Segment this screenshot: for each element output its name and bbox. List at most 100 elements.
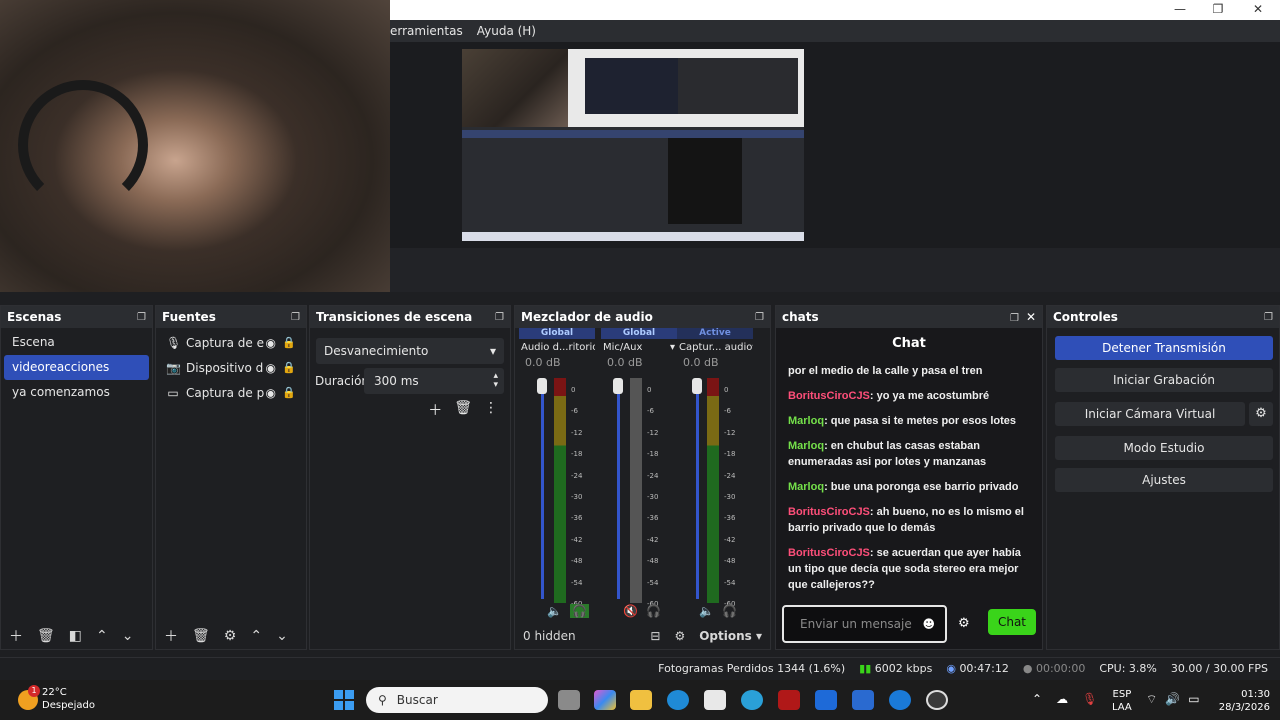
menu-ayuda[interactable]: Ayuda (H): [477, 24, 536, 38]
taskbar-search[interactable]: ⚲ Buscar: [366, 687, 548, 713]
spin-arrows-icon[interactable]: ▴ ▾: [493, 372, 498, 390]
close-icon[interactable]: ✕: [1026, 310, 1036, 324]
source-item[interactable]: 📷 Dispositivo de ◉ 🔒: [156, 355, 306, 380]
speaker-icon[interactable]: 🔈: [699, 604, 714, 618]
outlook-icon[interactable]: [852, 690, 874, 710]
chat-username[interactable]: Marloq: [788, 481, 824, 493]
settings-button[interactable]: Ajustes: [1055, 468, 1273, 492]
lock-icon[interactable]: 🔒: [282, 361, 296, 374]
duration-spinbox[interactable]: 300 ms ▴ ▾: [364, 368, 504, 394]
trash-icon[interactable]: 🗑: [37, 628, 55, 644]
tick: -48: [571, 557, 583, 566]
obs-icon[interactable]: [926, 690, 948, 710]
chat-username[interactable]: BoritusCiroCJS: [788, 547, 870, 559]
close-button[interactable]: ✕: [1248, 2, 1268, 16]
undock-icon[interactable]: ❐: [495, 312, 504, 323]
headphones-icon[interactable]: 🎧: [646, 604, 661, 618]
chat-messages[interactable]: por el medio de la calle y pasa el tren …: [776, 359, 1042, 599]
scene-item-selected[interactable]: videoreacciones: [4, 355, 149, 380]
source-item[interactable]: 🎙 Captura de ent◉ 🔒: [156, 330, 306, 355]
rec-time: 00:00:00: [1035, 662, 1086, 675]
eye-icon[interactable]: ◉: [266, 361, 276, 375]
down-arrow-icon[interactable]: ⌄: [276, 628, 288, 644]
tick: -18: [724, 450, 736, 459]
lock-icon[interactable]: 🔒: [282, 386, 296, 399]
up-arrow-icon[interactable]: ⌃: [96, 628, 108, 644]
cloud-icon[interactable]: ☁: [1056, 692, 1068, 706]
undock-icon[interactable]: ❐: [755, 312, 764, 323]
scenes-toolbar: ＋ 🗑 ◧ ⌃ ⌄: [1, 623, 152, 649]
add-icon[interactable]: ＋: [428, 400, 442, 420]
weather-widget[interactable]: 22°C Despejado: [42, 686, 95, 712]
layout-icon[interactable]: ⊟: [650, 629, 660, 643]
volume-knob[interactable]: [537, 378, 547, 394]
undock-icon[interactable]: ❐: [1264, 312, 1273, 323]
dropbox-icon[interactable]: [815, 690, 837, 710]
add-icon[interactable]: ＋: [164, 626, 178, 646]
up-arrow-icon[interactable]: ⌃: [250, 628, 262, 644]
channel-scope: Global: [601, 328, 677, 339]
start-recording-button[interactable]: Iniciar Grabación: [1055, 368, 1273, 392]
chat-username[interactable]: Marloq: [788, 415, 824, 427]
stop-stream-button[interactable]: Detener Transmisión: [1055, 336, 1273, 360]
chrome-icon[interactable]: [741, 690, 763, 710]
gear-icon[interactable]: ⚙: [224, 628, 237, 644]
filter-icon[interactable]: ◧: [69, 628, 82, 644]
speaker-icon[interactable]: 🔈: [547, 604, 562, 618]
undock-icon[interactable]: ❐: [137, 312, 146, 323]
volume-knob[interactable]: [613, 378, 623, 394]
undock-icon[interactable]: ❐: [1010, 313, 1019, 324]
trash-icon[interactable]: 🗑: [454, 400, 472, 420]
headphones-icon[interactable]: 🎧: [722, 604, 737, 618]
chat-username[interactable]: BoritusCiroCJS: [788, 390, 870, 402]
chat-settings-icon[interactable]: ⚙: [958, 616, 970, 631]
mixer-header: Mezclador de audio ❐: [515, 306, 770, 328]
volume-slider[interactable]: [541, 384, 544, 599]
tray-status-icons[interactable]: ⌔ 🔊 ▭: [1146, 692, 1200, 707]
trash-icon[interactable]: 🗑: [192, 628, 210, 644]
volume-knob[interactable]: [692, 378, 702, 394]
mic-icon[interactable]: 🎙: [1082, 692, 1097, 706]
down-arrow-icon[interactable]: ⌄: [122, 628, 134, 644]
studio-mode-button[interactable]: Modo Estudio: [1055, 436, 1273, 460]
clock[interactable]: 01:30 28/3/2026: [1210, 688, 1270, 714]
volume-slider[interactable]: [696, 384, 699, 599]
muted-speaker-icon[interactable]: 🔇: [623, 604, 638, 618]
chat-input[interactable]: Enviar un mensaje ☻: [782, 605, 947, 643]
minimize-button[interactable]: —: [1170, 2, 1190, 16]
chat-send-button[interactable]: Chat: [988, 609, 1036, 635]
chat-username[interactable]: BoritusCiroCJS: [788, 506, 870, 518]
language-indicator[interactable]: ESP LAA: [1112, 688, 1132, 714]
chevron-up-icon[interactable]: ⌃: [1032, 692, 1042, 706]
maximize-button[interactable]: ❐: [1208, 2, 1228, 16]
chevron-down-icon[interactable]: ▾: [752, 342, 753, 353]
mcafee-icon[interactable]: [778, 690, 800, 710]
chevron-down-icon[interactable]: ▾: [670, 342, 675, 353]
start-virtual-cam-button[interactable]: Iniciar Cámara Virtual: [1055, 402, 1245, 426]
gear-icon[interactable]: ⚙: [674, 629, 685, 643]
emoji-icon[interactable]: ☻: [922, 617, 935, 631]
scene-item[interactable]: Escena: [4, 330, 149, 355]
virtual-cam-settings-icon[interactable]: ⚙: [1249, 402, 1273, 426]
undock-icon[interactable]: ❐: [291, 312, 300, 323]
more-icon[interactable]: ⋮: [484, 400, 498, 420]
transition-select[interactable]: Desvanecimiento ▾: [316, 338, 504, 364]
task-view-icon[interactable]: [558, 690, 580, 710]
headphones-icon[interactable]: 🎧: [569, 604, 589, 618]
options-button[interactable]: Options ▾: [699, 629, 762, 643]
chat-username[interactable]: Marloq: [788, 440, 824, 452]
windows-start-icon[interactable]: [334, 690, 354, 710]
hp-icon[interactable]: [889, 690, 911, 710]
add-icon[interactable]: ＋: [9, 626, 23, 646]
lock-icon[interactable]: 🔒: [282, 336, 296, 349]
edge-icon[interactable]: [667, 690, 689, 710]
file-explorer-icon[interactable]: [630, 690, 652, 710]
source-item[interactable]: ▭ Captura de par◉ 🔒: [156, 380, 306, 405]
eye-icon[interactable]: ◉: [266, 336, 276, 350]
volume-slider[interactable]: [617, 384, 620, 599]
eye-icon[interactable]: ◉: [266, 386, 276, 400]
menu-herramientas[interactable]: erramientas: [390, 24, 463, 38]
copilot-icon[interactable]: [594, 690, 616, 710]
scene-item[interactable]: ya comenzamos: [4, 380, 149, 405]
store-icon[interactable]: [704, 690, 726, 710]
